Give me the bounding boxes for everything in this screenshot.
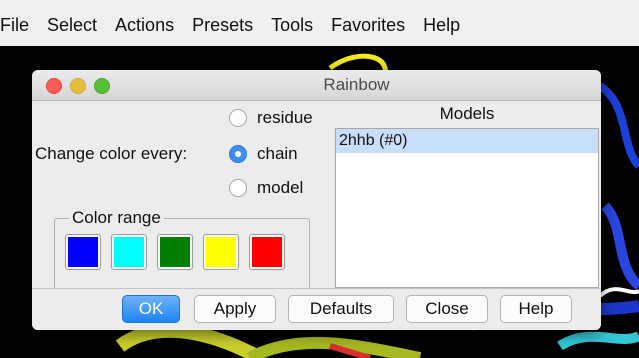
color-swatch-red[interactable] [249, 234, 285, 270]
menu-file[interactable]: File [0, 16, 38, 46]
radio-chain-label: chain [257, 144, 298, 163]
dialog-title: Rainbow [323, 75, 390, 94]
option-chain[interactable]: chain [229, 144, 298, 164]
rainbow-dialog: Rainbow Change color every: residue chai… [32, 70, 601, 330]
option-model[interactable]: model [229, 178, 303, 198]
color-range-label: Color range [69, 208, 164, 228]
radio-model-label: model [257, 178, 304, 197]
help-button[interactable]: Help [500, 295, 572, 323]
menu-select[interactable]: Select [38, 16, 106, 46]
close-button[interactable]: Close [406, 295, 488, 323]
defaults-button[interactable]: Defaults [288, 295, 394, 323]
dialog-titlebar[interactable]: Rainbow [32, 70, 601, 101]
ok-button[interactable]: OK [122, 295, 180, 323]
list-item[interactable]: 2hhb (#0) [336, 129, 598, 153]
option-residue[interactable]: residue [229, 108, 313, 128]
color-range-group: Color range [54, 208, 310, 298]
swatch-fill [114, 237, 144, 267]
color-swatch-cyan[interactable] [111, 234, 147, 270]
swatch-fill [252, 237, 282, 267]
radio-residue[interactable] [229, 109, 247, 127]
color-swatch-blue[interactable] [65, 234, 101, 270]
models-header: Models [439, 104, 495, 123]
swatch-fill [68, 237, 98, 267]
change-color-label: Change color every: [35, 144, 188, 163]
radio-chain[interactable] [229, 145, 247, 163]
menu-bar: File Select Actions Presets Tools Favori… [0, 0, 639, 47]
radio-model[interactable] [229, 179, 247, 197]
apply-button[interactable]: Apply [194, 295, 276, 323]
swatch-fill [160, 237, 190, 267]
swatch-fill [206, 237, 236, 267]
color-swatch-green[interactable] [157, 234, 193, 270]
menu-favorites[interactable]: Favorites [322, 16, 414, 46]
dialog-button-bar: OK Apply Defaults Close Help [32, 288, 601, 330]
menu-presets[interactable]: Presets [183, 16, 262, 46]
menu-help[interactable]: Help [414, 16, 469, 46]
color-swatch-yellow[interactable] [203, 234, 239, 270]
radio-residue-label: residue [257, 108, 313, 127]
menu-actions[interactable]: Actions [106, 16, 183, 46]
menu-tools[interactable]: Tools [262, 16, 322, 46]
models-list[interactable]: 2hhb (#0) [335, 128, 599, 288]
